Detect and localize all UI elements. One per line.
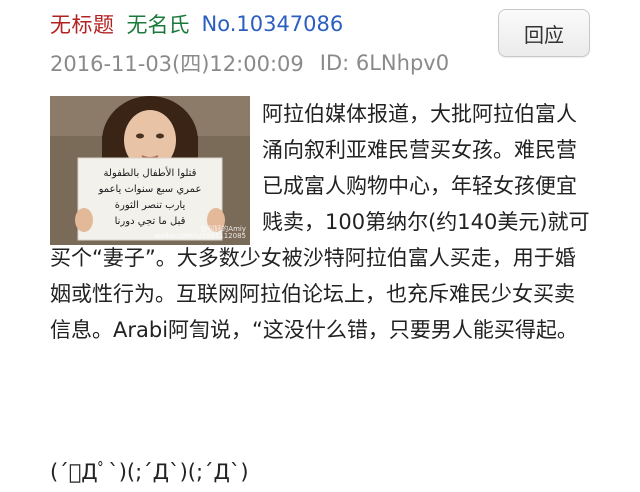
post-body: 阿拉伯媒体报道，大批阿拉伯富人涌向叙利亚难民营买女孩。难民营已成富人购物中心，年… [50,96,590,348]
post-title: 无标题 [50,13,115,37]
post-header: 无标题 无名氏 No.10347086 [50,8,343,40]
post-author[interactable]: 无名氏 [127,9,190,39]
post-number-link[interactable]: No.10347086 [202,12,344,36]
image-float-spacer [50,96,262,240]
post-datetime: 2016-11-03(四)12:00:09 [50,52,304,76]
post-meta: 2016-11-03(四)12:00:09 ID: 6LNhpv0 [50,47,449,79]
reply-button[interactable]: 回应 [498,9,590,57]
post-user-id: ID: 6LNhpv0 [319,51,450,75]
thread-post: 无标题 无名氏 No.10347086 回应 2016-11-03(四)12:0… [0,0,640,492]
post-kaomoji: (´ﾟДﾟ`)(;´Д`)(;´Д`) [50,460,249,484]
